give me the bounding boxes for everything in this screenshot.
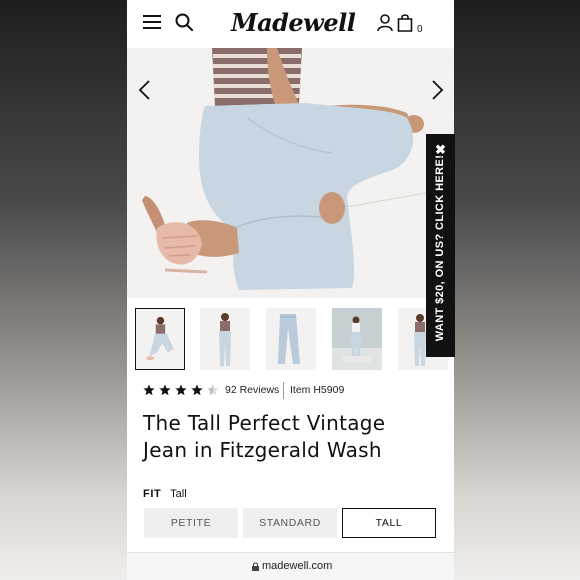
star-filled-icon: [175, 384, 187, 396]
product-title: The Tall Perfect Vintage Jean in Fitzger…: [143, 410, 443, 464]
star-filled-icon: [159, 384, 171, 396]
model-kneeling-in-jeans-image: [127, 48, 454, 298]
star-half-icon: [207, 384, 219, 396]
blurred-background-left: [0, 0, 127, 580]
fit-label: FIT: [143, 488, 162, 500]
divider: [283, 382, 284, 399]
thumbnail-1[interactable]: [135, 308, 185, 370]
madewell-logo[interactable]: Madewell: [231, 6, 356, 40]
fit-row: FIT Tall: [143, 488, 187, 500]
promo-tab[interactable]: ✖ WANT $20, ON US? CLICK HERE!: [426, 134, 455, 357]
fit-option-tall-button[interactable]: TALL: [342, 508, 436, 538]
user-icon[interactable]: [377, 14, 393, 32]
lock-icon: [252, 562, 259, 571]
item-number: Item H5909: [290, 384, 345, 396]
thumbnail-4[interactable]: [332, 308, 382, 370]
url-text: madewell.com: [262, 560, 333, 572]
site-header: Madewell 0: [127, 0, 454, 48]
hamburger-menu-icon[interactable]: [143, 15, 161, 30]
mobile-page: Madewell 0 92 Reviews Item H5909 The Tal…: [127, 0, 454, 580]
shopping-bag-icon[interactable]: [397, 13, 413, 32]
product-title-line-2: Jean in Fitzgerald Wash: [143, 438, 382, 462]
browser-url-bar[interactable]: madewell.com: [127, 552, 454, 580]
chevron-right-icon[interactable]: [427, 78, 447, 102]
star-filled-icon: [143, 384, 155, 396]
fit-selected-value: Tall: [170, 488, 187, 500]
rating-row: 92 Reviews Item H5909: [143, 382, 443, 400]
thumbnail-2[interactable]: [200, 308, 250, 370]
chevron-left-icon[interactable]: [135, 78, 155, 102]
cart-count: 0: [417, 24, 423, 35]
fit-option-standard-button[interactable]: STANDARD: [243, 508, 337, 538]
star-filled-icon: [191, 384, 203, 396]
thumbnail-3[interactable]: [266, 308, 316, 370]
blurred-background-right: [454, 0, 580, 580]
fit-option-petite-button[interactable]: PETITE: [144, 508, 238, 538]
product-hero-image[interactable]: [127, 48, 454, 298]
search-icon[interactable]: [175, 13, 193, 31]
reviews-link[interactable]: 92 Reviews: [225, 384, 279, 396]
promo-text: WANT $20, ON US? CLICK HERE!: [434, 154, 446, 342]
thumbnail-strip: [127, 306, 454, 374]
product-title-line-1: The Tall Perfect Vintage: [143, 411, 386, 435]
